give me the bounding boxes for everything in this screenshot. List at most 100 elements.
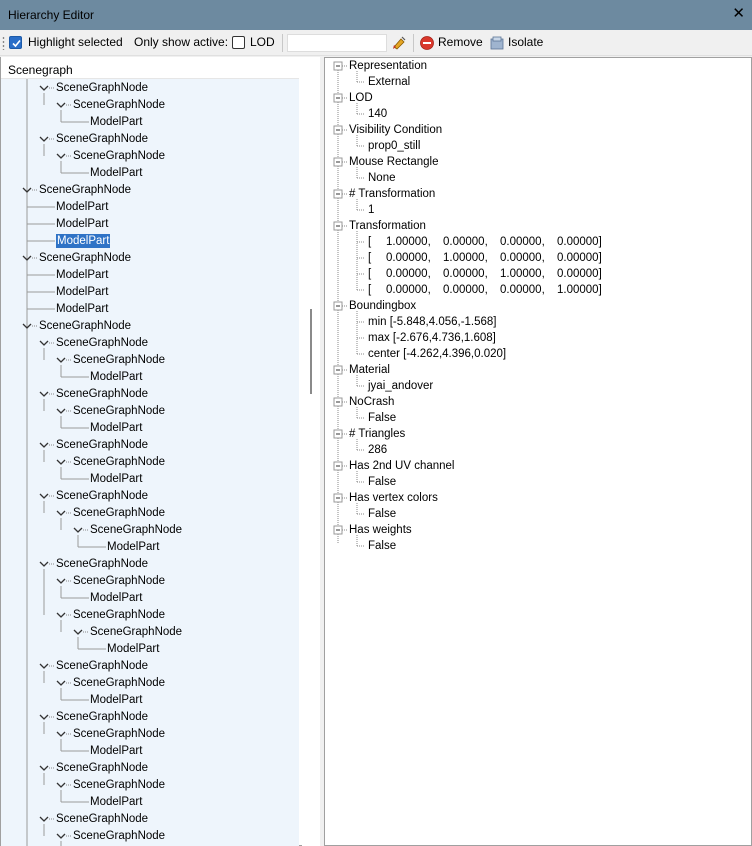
expand-chevron-icon[interactable] [73,629,83,635]
matrix-cell: 1.00000, [386,236,431,248]
expand-chevron-icon[interactable] [39,663,49,669]
tree-item-modelpart[interactable]: ModelPart [90,472,142,486]
expand-chevron-icon[interactable] [56,102,66,108]
tree-item-scenegraphnode[interactable]: SceneGraphNode [73,353,165,367]
toolbar-separator [413,34,414,52]
close-icon[interactable]: ✕ [732,6,745,22]
isolate-button[interactable]: Isolate [508,35,543,49]
tree-item-scenegraphnode[interactable]: SceneGraphNode [56,812,148,826]
expand-chevron-icon[interactable] [56,833,66,839]
toolbar-grip-icon[interactable] [2,36,5,50]
property-name: Representation [349,60,427,72]
tree-item-scenegraphnode[interactable]: SceneGraphNode [73,455,165,469]
tree-item-scenegraphnode[interactable]: SceneGraphNode [73,778,165,792]
tree-item-scenegraphnode[interactable]: SceneGraphNode [73,829,165,843]
expand-chevron-icon[interactable] [73,527,83,533]
tree-item-scenegraphnode[interactable]: SceneGraphNode [56,81,148,95]
expand-chevron-icon[interactable] [39,340,49,346]
expand-chevron-icon[interactable] [39,714,49,720]
tree-item-scenegraphnode[interactable]: SceneGraphNode [56,489,148,503]
expand-chevron-icon[interactable] [56,153,66,159]
tree-item-modelpart[interactable]: ModelPart [56,285,108,299]
tree-item-modelpart[interactable]: ModelPart [90,744,142,758]
property-value: False [368,412,397,424]
highlight-selected-label[interactable]: Highlight selected [28,35,123,49]
lod-label[interactable]: LOD [250,35,275,49]
remove-button[interactable]: Remove [438,35,483,49]
tree-item-scenegraphnode[interactable]: SceneGraphNode [90,523,182,537]
clear-filter-icon[interactable] [391,35,407,51]
expand-chevron-icon[interactable] [56,612,66,618]
expand-chevron-icon[interactable] [39,493,49,499]
tree-item-modelpart[interactable]: ModelPart [56,234,111,248]
matrix-cell: 0.00000, [500,236,545,248]
tree-item-modelpart[interactable]: ModelPart [56,302,108,316]
tree-item-modelpart[interactable]: ModelPart [56,217,108,231]
expand-chevron-icon[interactable] [56,578,66,584]
tree-item-modelpart[interactable]: ModelPart [90,115,142,129]
tree-item-modelpart[interactable]: ModelPart [90,795,142,809]
expand-chevron-icon[interactable] [39,561,49,567]
expand-chevron-icon[interactable] [39,816,49,822]
expand-chevron-icon[interactable] [39,136,49,142]
tree-item-scenegraphnode[interactable]: SceneGraphNode [56,387,148,401]
tree-item-scenegraphnode[interactable]: SceneGraphNode [56,438,148,452]
remove-icon[interactable] [419,35,435,51]
scenegraph-panel: Scenegraph SceneGraphNode SceneGraphNode M… [0,57,320,846]
tree-item-scenegraphnode[interactable]: SceneGraphNode [73,98,165,112]
tree-item-scenegraphnode[interactable]: SceneGraphNode [73,608,165,622]
tree-item-scenegraphnode[interactable]: SceneGraphNode [90,625,182,639]
tree-item-modelpart[interactable]: ModelPart [107,642,159,656]
tree-vertical-scrollbar[interactable] [302,57,320,846]
tree-item-scenegraphnode[interactable]: SceneGraphNode [73,506,165,520]
tree-item-modelpart[interactable]: ModelPart [90,166,142,180]
tree-item-scenegraphnode[interactable]: SceneGraphNode [39,251,131,265]
tree-item-scenegraphnode[interactable]: SceneGraphNode [39,183,131,197]
expand-chevron-icon[interactable] [56,459,66,465]
matrix-bracket: [ [368,252,372,264]
tree-item-scenegraphnode[interactable]: SceneGraphNode [56,336,148,350]
tree-item-scenegraphnode[interactable]: SceneGraphNode [39,319,131,333]
scrollbar-thumb[interactable] [310,309,312,394]
isolate-icon[interactable] [489,35,505,51]
expand-chevron-icon[interactable] [56,510,66,516]
scenegraph-tree[interactable]: SceneGraphNode SceneGraphNode ModelPart Sce… [1,79,299,846]
property-value: False [368,540,397,552]
tree-item-scenegraphnode[interactable]: SceneGraphNode [56,557,148,571]
tree-item-modelpart[interactable]: ModelPart [90,591,142,605]
tree-item-modelpart[interactable]: ModelPart [56,200,108,214]
expand-chevron-icon[interactable] [39,442,49,448]
tree-item-scenegraphnode[interactable]: SceneGraphNode [73,676,165,690]
tree-item-modelpart[interactable]: ModelPart [56,268,108,282]
tree-item-scenegraphnode[interactable]: SceneGraphNode [73,149,165,163]
expand-chevron-icon[interactable] [56,680,66,686]
tree-item-scenegraphnode[interactable]: SceneGraphNode [56,659,148,673]
expand-chevron-icon[interactable] [56,782,66,788]
highlight-selected-checkbox[interactable] [9,36,22,49]
tree-item-scenegraphnode[interactable]: SceneGraphNode [56,132,148,146]
expand-chevron-icon[interactable] [39,391,49,397]
tree-item-modelpart[interactable]: ModelPart [107,540,159,554]
property-value: False [368,508,397,520]
tree-item-modelpart[interactable]: ModelPart [90,370,142,384]
expand-chevron-icon[interactable] [56,408,66,414]
expand-chevron-icon[interactable] [39,765,49,771]
tree-item-modelpart[interactable]: ModelPart [90,693,142,707]
property-name: Visibility Condition [349,124,443,136]
lod-checkbox[interactable] [232,36,245,49]
expand-chevron-icon[interactable] [56,357,66,363]
tree-item-scenegraphnode[interactable]: SceneGraphNode [73,727,165,741]
tree-item-scenegraphnode[interactable]: SceneGraphNode [56,761,148,775]
matrix-bracket: [ [368,284,372,296]
expand-chevron-icon[interactable] [56,731,66,737]
search-input[interactable] [287,34,387,52]
tree-item-scenegraphnode[interactable]: SceneGraphNode [73,574,165,588]
matrix-cell: 0.00000] [557,236,602,248]
tree-item-scenegraphnode[interactable]: SceneGraphNode [56,710,148,724]
matrix-cell: 1.00000, [443,252,488,264]
tree-item-modelpart[interactable]: ModelPart [90,421,142,435]
matrix-bracket: [ [368,236,372,248]
property-value: 1 [368,204,375,216]
tree-item-scenegraphnode[interactable]: SceneGraphNode [73,404,165,418]
expand-chevron-icon[interactable] [39,85,49,91]
